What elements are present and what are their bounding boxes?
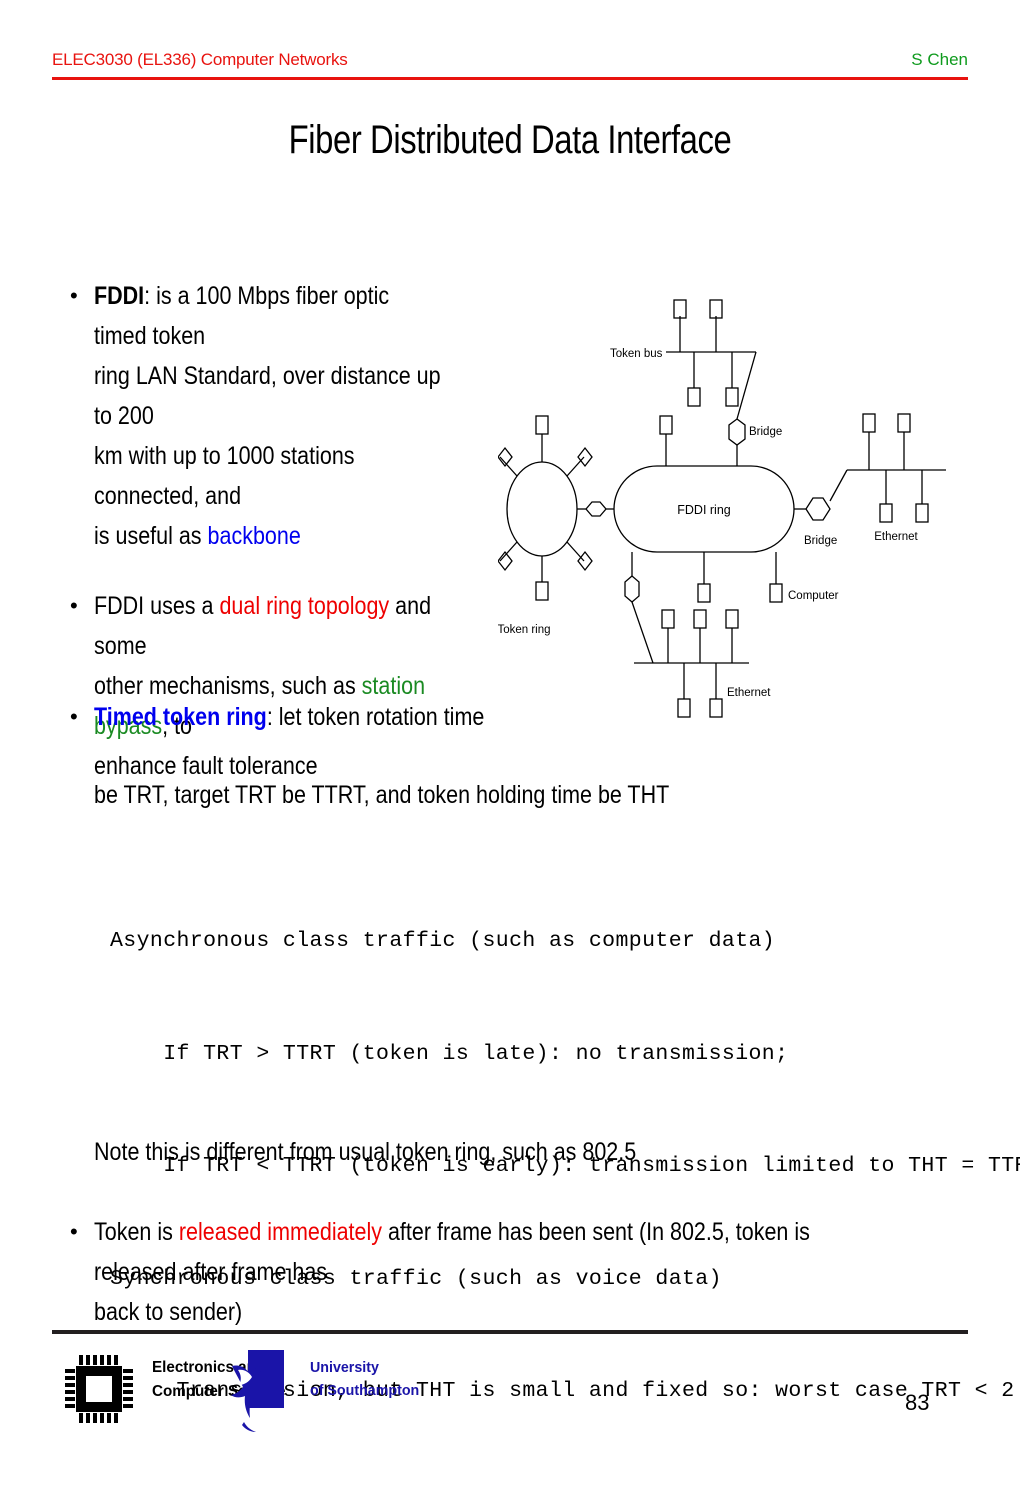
header-rule (52, 77, 968, 80)
ethernet-right-label: Ethernet (874, 531, 918, 543)
southampton-dolphin-logo (224, 1348, 304, 1439)
station-node (677, 698, 691, 718)
station-node (725, 387, 739, 407)
bridge-right-label: Bridge (804, 535, 837, 547)
ecs-chip-logo (62, 1352, 136, 1431)
author-name: S Chen (911, 50, 968, 69)
station-node (697, 583, 711, 603)
bullet1-line4-pre: is useful as (94, 522, 208, 550)
bullet4-pre: Token is (94, 1218, 179, 1246)
station-node (693, 609, 707, 629)
highlight-dual-ring-topology: dual ring topology (219, 592, 390, 620)
token-ring-stem (566, 456, 585, 477)
station-node (709, 698, 723, 718)
token-bus-to-bridge-link (736, 351, 757, 420)
fddi-ring-label: FDDI ring (677, 503, 731, 517)
fddi-network-diagram: Token bus Bridge FDDI ring Computer Toke… (498, 288, 978, 738)
station-node (915, 503, 929, 523)
station-bypass-diamond-icon (577, 550, 593, 572)
token-ring-group: Token ring (498, 415, 614, 636)
bridge-hexagon-icon (728, 418, 746, 446)
bullet3-continuation: be TRT, target TRT be TTRT, and token ho… (94, 781, 670, 809)
station-node (862, 413, 876, 433)
station-node (535, 581, 549, 601)
highlight-timed-token-ring: Timed token ring (94, 703, 267, 731)
bridge-top-group: Bridge (728, 418, 782, 466)
soton-line-1: University (310, 1359, 379, 1376)
chip-icon (65, 1355, 133, 1423)
southampton-wordmark: University of Southampton (310, 1356, 419, 1402)
token-ring-label: Token ring (498, 624, 551, 636)
ethernet-right-group: Ethernet (847, 413, 946, 543)
station-node (687, 387, 701, 407)
highlight-released-immediately: released immediately (178, 1218, 383, 1246)
bullet2-line1-pre: FDDI uses a (94, 592, 220, 620)
station-node (659, 415, 673, 435)
slide-footer: Electronics and Computer Science Univers… (52, 1348, 968, 1438)
computer-label: Computer (788, 590, 839, 602)
bullet2-line2-pre: other mechanisms, such as (94, 672, 362, 700)
bullet3-rest: : let token rotation time (266, 703, 485, 731)
ethernet-bottom-label: Ethernet (727, 687, 771, 699)
token-ring-stem (566, 541, 585, 562)
bridge-right-group: Bridge (794, 469, 848, 547)
station-node (535, 415, 549, 435)
bullet1-lead: FDDI (94, 282, 145, 310)
slide-header: ELEC3030 (EL336) Computer Networks S Che… (52, 50, 968, 80)
station-node (897, 413, 911, 433)
computer-node (769, 583, 783, 603)
bullet1-line2: ring LAN Standard, over distance up to 2… (94, 362, 441, 430)
bridge-hexagon-icon (805, 497, 831, 521)
code-line: Asynchronous class traffic (such as comp… (110, 929, 776, 953)
station-node (661, 609, 675, 629)
bullet1-line3: km with up to 1000 stations connected, a… (94, 442, 355, 510)
token-ring-shape (506, 461, 578, 557)
highlight-backbone: backbone (207, 522, 301, 550)
slide-page: ELEC3030 (EL336) Computer Networks S Che… (0, 0, 1020, 1443)
course-title: ELEC3030 (EL336) Computer Networks (52, 50, 348, 69)
bridge-hexagon-icon (585, 501, 607, 517)
token-ring-stem (499, 456, 518, 477)
station-bypass-diamond-icon (577, 446, 593, 468)
bridge-bottom-group (624, 575, 654, 664)
bullet-token-released: Token is released immediately after fram… (64, 1212, 974, 1332)
ethernet-bottom-group: Ethernet (634, 609, 771, 718)
token-ring-stem (499, 541, 518, 562)
bridge-to-ethernet-link (631, 601, 654, 664)
page-title: Fiber Distributed Data Interface (288, 118, 732, 162)
token-bus-label: Token bus (610, 348, 663, 360)
note-token-ring-difference: Note this is different from usual token … (94, 1138, 637, 1166)
page-number: 83 (905, 1390, 930, 1415)
station-node (725, 609, 739, 629)
soton-line-2: of Southampton (310, 1382, 420, 1399)
token-bus-group: Token bus (610, 299, 757, 420)
bridge-to-ethernet-link (829, 469, 848, 502)
station-node (709, 299, 723, 319)
bullet-dual-ring: FDDI uses a dual ring topology and some … (64, 586, 504, 786)
code-line: If TRT > TTRT (token is late): no transm… (110, 1041, 789, 1066)
bullet-fddi-definition: FDDI: is a 100 Mbps fiber optic timed to… (64, 276, 504, 556)
station-node (879, 503, 893, 523)
bridge-hexagon-icon (624, 575, 640, 603)
bridge-top-label: Bridge (749, 426, 782, 438)
bullet4-line2: back to sender) (94, 1298, 243, 1326)
station-node (673, 299, 687, 319)
footer-rule (52, 1330, 968, 1334)
